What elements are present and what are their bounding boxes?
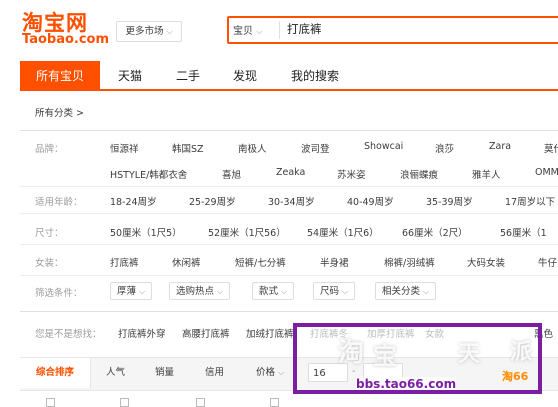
womens-option[interactable]: 半身裙 [320,255,349,269]
thickness-dropdown[interactable]: 厚薄 ⌵ [110,282,153,300]
size-option[interactable]: 66厘米（2尺） [402,225,468,239]
brand-option[interactable]: 雅羊人 [472,167,501,181]
brand-option[interactable]: 喜旭 [222,167,241,181]
age-label: 适用年龄： [35,197,83,208]
chevron-down-icon: ⌵ [256,27,263,36]
checkbox[interactable] [196,398,205,407]
nav-bar [20,61,558,91]
chevron-down-icon: ⌵ [423,287,430,296]
dropdown-label: 尺码 [320,286,340,297]
dropdown-label: 厚薄 [117,286,137,297]
row-divider [20,186,558,187]
womens-option[interactable]: 牛仔 [538,255,557,269]
brand-option[interactable]: 韩国SZ [172,141,204,155]
chevron-down-icon: ⌵ [281,287,288,296]
row-divider [20,244,558,245]
search-category-label: 宝贝 [233,26,253,37]
more-markets-button[interactable]: 更多市场 ⌵ [116,21,182,42]
brand-label: 品牌： [35,144,64,155]
suggestion-link[interactable]: 打底裤外穿 [118,326,166,340]
age-option[interactable]: 30-34周岁 [268,194,315,208]
brand-option[interactable]: Zara [489,141,511,152]
brand-option[interactable]: 恒源祥 [110,141,139,155]
age-option[interactable]: 40-49周岁 [347,194,394,208]
sort-credit[interactable]: 信用 [205,358,224,388]
row-divider [20,213,558,214]
size-dropdown[interactable]: 尺码 ⌵ [313,282,356,300]
size-option[interactable]: 54厘米（1尺6） [307,225,379,239]
dropdown-label: 相关分类 [382,286,421,297]
brand-option[interactable]: Zeaka [276,167,305,178]
size-option[interactable]: 50厘米（1尺5） [110,225,182,239]
dropdown-label: 选购热点 [176,286,215,297]
brand-option[interactable]: 莫代 [544,141,558,155]
search-divider [279,21,280,39]
womens-label: 女装： [35,258,64,269]
size-option[interactable]: 56厘米（1 [500,225,547,239]
sort-popularity[interactable]: 人气 [106,358,125,388]
womens-option[interactable]: 大码女装 [467,255,505,269]
age-option[interactable]: 25-29周岁 [189,194,236,208]
chevron-down-icon: ⌵ [278,368,285,377]
size-label: 尺寸： [35,228,64,239]
age-option[interactable]: 18-24周岁 [110,194,157,208]
tab-tmall[interactable]: 天猫 [118,61,142,91]
checkbox[interactable] [270,398,279,407]
filter-checkbox-row [20,394,558,407]
did-you-mean-label: 您是不是想找： [35,329,102,340]
suggestion-link[interactable]: 高腰打底裤 [182,326,230,340]
tab-my-search[interactable]: 我的搜索 [291,61,339,91]
search-category-select[interactable]: 宝贝 ⌵ [233,22,262,37]
chevron-down-icon: ⌵ [166,27,173,36]
brand-option[interactable]: 浪莎 [435,141,454,155]
tab-discover[interactable]: 发现 [233,61,257,91]
row-divider [20,275,558,276]
brand-option[interactable]: 苏米姿 [337,167,366,181]
womens-option[interactable]: 棉裤/羽绒裤 [384,255,435,269]
size-option[interactable]: 52厘米（1尺56） [208,225,286,239]
chevron-down-icon: ⌵ [342,287,349,296]
checkbox[interactable] [120,398,129,407]
suggestion-link[interactable]: 加绒打底裤 [246,326,294,340]
taobao-logo-en[interactable]: Taobao.com [22,32,109,47]
dropdown-label: 款式 [259,286,279,297]
womens-option[interactable]: 短裤/七分裤 [235,255,286,269]
brand-option[interactable]: 浪俪蝶痕 [400,167,438,181]
age-option[interactable]: 17周岁以下 [505,194,555,208]
breadcrumb[interactable]: 所有分类 > [35,105,84,119]
sort-price-label: 价格 [256,367,276,378]
checkbox[interactable] [46,398,55,407]
chevron-down-icon: ⌵ [217,287,224,296]
chevron-down-icon: ⌵ [139,287,146,296]
style-dropdown[interactable]: 款式 ⌵ [252,282,295,300]
related-category-dropdown[interactable]: 相关分类 ⌵ [375,282,437,300]
age-option[interactable]: 35-39周岁 [426,194,473,208]
brand-option[interactable]: Showcai [364,141,403,152]
hot-picks-dropdown[interactable]: 选购热点 ⌵ [169,282,231,300]
conditions-label: 筛选条件： [35,288,83,299]
brand-option[interactable]: HSTYLE/韩都衣舍 [110,167,187,181]
womens-option[interactable]: 打底裤 [110,255,139,269]
brand-option[interactable]: OMM [535,167,558,178]
sort-comprehensive[interactable]: 综合排序 [36,358,74,388]
sort-price[interactable]: 价格 ⌵ [256,358,284,388]
brand-option[interactable]: 南极人 [238,141,267,155]
brand-option[interactable]: 波司登 [301,141,330,155]
search-box[interactable] [227,16,558,44]
search-input[interactable]: 打底裤 [287,21,322,37]
highlight-box [293,323,542,394]
more-markets-label: 更多市场 [125,26,164,37]
womens-option[interactable]: 休闲裤 [172,255,201,269]
sort-sales[interactable]: 销量 [155,358,174,388]
tab-all-items[interactable]: 所有宝贝 [20,61,100,91]
tab-second-hand[interactable]: 二手 [176,61,200,91]
